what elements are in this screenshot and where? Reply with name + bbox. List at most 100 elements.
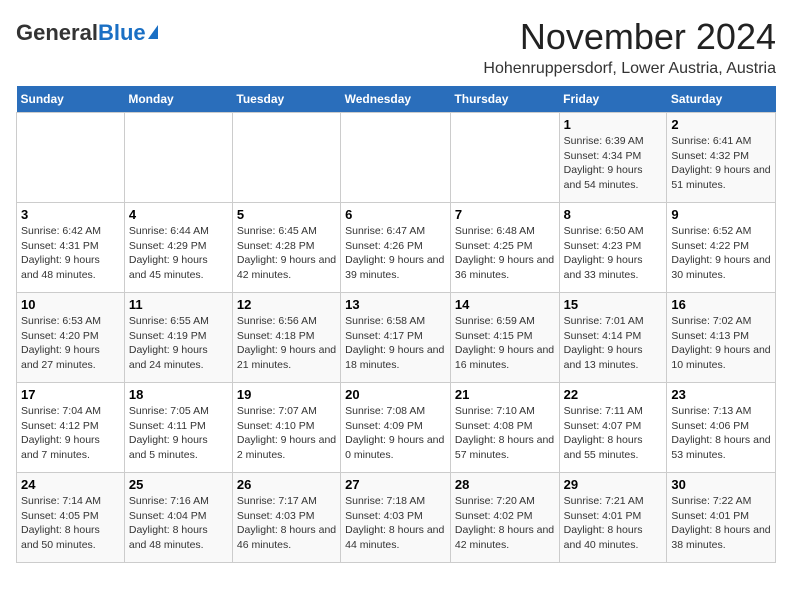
calendar-cell: 25Sunrise: 7:16 AM Sunset: 4:04 PM Dayli…: [124, 473, 232, 563]
header-wednesday: Wednesday: [341, 86, 451, 113]
calendar-cell: 16 Sunrise: 7:02 AM Sunset: 4:13 PM Dayli…: [667, 293, 776, 383]
day-number: 15: [564, 297, 663, 312]
day-number: 8: [564, 207, 663, 222]
logo-general-text: General: [16, 20, 98, 46]
day-number: 26: [237, 477, 336, 492]
day-info: Sunrise: 7:11 AM Sunset: 4:07 PM Dayligh…: [564, 404, 663, 463]
day-number: 7: [455, 207, 555, 222]
day-number: 20: [345, 387, 446, 402]
calendar-cell: 14 Sunrise: 6:59 AM Sunset: 4:15 PM Dayli…: [450, 293, 559, 383]
day-info: Sunrise: 7:14 AM Sunset: 4:05 PM Dayligh…: [21, 494, 120, 553]
day-info: Sunrise: 6:50 AM Sunset: 4:23 PM Dayligh…: [564, 224, 663, 283]
day-number: 27: [345, 477, 446, 492]
day-number: 3: [21, 207, 120, 222]
day-number: 6: [345, 207, 446, 222]
day-info: Sunrise: 6:41 AM Sunset: 4:32 PM Dayligh…: [671, 134, 771, 193]
header-monday: Monday: [124, 86, 232, 113]
page-header: General Blue November 2024 Hohenruppersd…: [16, 16, 776, 78]
day-info: Sunrise: 6:59 AM Sunset: 4:15 PM Dayligh…: [455, 314, 555, 373]
calendar-cell: [341, 113, 451, 203]
header-thursday: Thursday: [450, 86, 559, 113]
day-info: Sunrise: 7:13 AM Sunset: 4:06 PM Dayligh…: [671, 404, 771, 463]
calendar-cell: 12 Sunrise: 6:56 AM Sunset: 4:18 PM Dayli…: [232, 293, 340, 383]
day-info: Sunrise: 6:45 AM Sunset: 4:28 PM Dayligh…: [237, 224, 336, 283]
day-info: Sunrise: 6:58 AM Sunset: 4:17 PM Dayligh…: [345, 314, 446, 373]
day-number: 24: [21, 477, 120, 492]
day-info: Sunrise: 7:18 AM Sunset: 4:03 PM Dayligh…: [345, 494, 446, 553]
week-row-3: 10Sunrise: 6:53 AM Sunset: 4:20 PM Dayli…: [17, 293, 776, 383]
day-info: Sunrise: 7:07 AM Sunset: 4:10 PM Dayligh…: [237, 404, 336, 463]
day-info: Sunrise: 7:08 AM Sunset: 4:09 PM Dayligh…: [345, 404, 446, 463]
day-number: 19: [237, 387, 336, 402]
calendar-cell: [17, 113, 125, 203]
calendar-cell: 3 Sunrise: 6:42 AM Sunset: 4:31 PM Daylig…: [17, 203, 125, 293]
week-row-2: 3 Sunrise: 6:42 AM Sunset: 4:31 PM Daylig…: [17, 203, 776, 293]
logo-blue-text: Blue: [98, 20, 146, 46]
day-info: Sunrise: 6:56 AM Sunset: 4:18 PM Dayligh…: [237, 314, 336, 373]
calendar-cell: 30Sunrise: 7:22 AM Sunset: 4:01 PM Dayli…: [667, 473, 776, 563]
day-number: 9: [671, 207, 771, 222]
calendar-cell: 23Sunrise: 7:13 AM Sunset: 4:06 PM Dayli…: [667, 383, 776, 473]
day-info: Sunrise: 7:10 AM Sunset: 4:08 PM Dayligh…: [455, 404, 555, 463]
calendar-cell: 4 Sunrise: 6:44 AM Sunset: 4:29 PM Daylig…: [124, 203, 232, 293]
header-sunday: Sunday: [17, 86, 125, 113]
day-number: 29: [564, 477, 663, 492]
day-number: 14: [455, 297, 555, 312]
title-area: November 2024 Hohenruppersdorf, Lower Au…: [483, 16, 776, 78]
logo: General Blue: [16, 20, 158, 46]
calendar-cell: 21 Sunrise: 7:10 AM Sunset: 4:08 PM Dayli…: [450, 383, 559, 473]
day-info: Sunrise: 7:04 AM Sunset: 4:12 PM Dayligh…: [21, 404, 120, 463]
day-info: Sunrise: 6:55 AM Sunset: 4:19 PM Dayligh…: [129, 314, 228, 373]
week-row-1: 1 Sunrise: 6:39 AM Sunset: 4:34 PM Daylig…: [17, 113, 776, 203]
day-number: 10: [21, 297, 120, 312]
calendar-table: SundayMondayTuesdayWednesdayThursdayFrid…: [16, 86, 776, 563]
day-number: 30: [671, 477, 771, 492]
day-info: Sunrise: 7:21 AM Sunset: 4:01 PM Dayligh…: [564, 494, 663, 553]
day-info: Sunrise: 7:01 AM Sunset: 4:14 PM Dayligh…: [564, 314, 663, 373]
calendar-cell: 6 Sunrise: 6:47 AM Sunset: 4:26 PM Daylig…: [341, 203, 451, 293]
day-info: Sunrise: 6:47 AM Sunset: 4:26 PM Dayligh…: [345, 224, 446, 283]
day-number: 16: [671, 297, 771, 312]
day-info: Sunrise: 6:42 AM Sunset: 4:31 PM Dayligh…: [21, 224, 120, 283]
day-info: Sunrise: 6:48 AM Sunset: 4:25 PM Dayligh…: [455, 224, 555, 283]
day-info: Sunrise: 6:44 AM Sunset: 4:29 PM Dayligh…: [129, 224, 228, 283]
calendar-cell: 2Sunrise: 6:41 AM Sunset: 4:32 PM Daylig…: [667, 113, 776, 203]
calendar-cell: 27 Sunrise: 7:18 AM Sunset: 4:03 PM Dayli…: [341, 473, 451, 563]
day-number: 21: [455, 387, 555, 402]
calendar-cell: 29 Sunrise: 7:21 AM Sunset: 4:01 PM Dayli…: [559, 473, 667, 563]
day-number: 11: [129, 297, 228, 312]
day-info: Sunrise: 6:39 AM Sunset: 4:34 PM Dayligh…: [564, 134, 663, 193]
month-title: November 2024: [483, 16, 776, 58]
day-number: 18: [129, 387, 228, 402]
day-info: Sunrise: 7:02 AM Sunset: 4:13 PM Dayligh…: [671, 314, 771, 373]
calendar-cell: 5Sunrise: 6:45 AM Sunset: 4:28 PM Daylig…: [232, 203, 340, 293]
logo-icon: [148, 25, 158, 39]
week-row-4: 17Sunrise: 7:04 AM Sunset: 4:12 PM Dayli…: [17, 383, 776, 473]
calendar-cell: 15 Sunrise: 7:01 AM Sunset: 4:14 PM Dayli…: [559, 293, 667, 383]
location: Hohenruppersdorf, Lower Austria, Austria: [483, 60, 776, 78]
header-saturday: Saturday: [667, 86, 776, 113]
calendar-cell: [450, 113, 559, 203]
day-info: Sunrise: 7:20 AM Sunset: 4:02 PM Dayligh…: [455, 494, 555, 553]
calendar-cell: 1 Sunrise: 6:39 AM Sunset: 4:34 PM Daylig…: [559, 113, 667, 203]
day-info: Sunrise: 6:52 AM Sunset: 4:22 PM Dayligh…: [671, 224, 771, 283]
day-info: Sunrise: 7:17 AM Sunset: 4:03 PM Dayligh…: [237, 494, 336, 553]
calendar-cell: 8 Sunrise: 6:50 AM Sunset: 4:23 PM Daylig…: [559, 203, 667, 293]
calendar-cell: 11 Sunrise: 6:55 AM Sunset: 4:19 PM Dayli…: [124, 293, 232, 383]
header-friday: Friday: [559, 86, 667, 113]
calendar-cell: 28Sunrise: 7:20 AM Sunset: 4:02 PM Dayli…: [450, 473, 559, 563]
day-number: 12: [237, 297, 336, 312]
day-info: Sunrise: 7:05 AM Sunset: 4:11 PM Dayligh…: [129, 404, 228, 463]
calendar-cell: 20 Sunrise: 7:08 AM Sunset: 4:09 PM Dayli…: [341, 383, 451, 473]
day-number: 4: [129, 207, 228, 222]
calendar-header-row: SundayMondayTuesdayWednesdayThursdayFrid…: [17, 86, 776, 113]
week-row-5: 24 Sunrise: 7:14 AM Sunset: 4:05 PM Dayli…: [17, 473, 776, 563]
calendar-cell: 18 Sunrise: 7:05 AM Sunset: 4:11 PM Dayli…: [124, 383, 232, 473]
calendar-cell: 24 Sunrise: 7:14 AM Sunset: 4:05 PM Dayli…: [17, 473, 125, 563]
calendar-cell: 13Sunrise: 6:58 AM Sunset: 4:17 PM Dayli…: [341, 293, 451, 383]
calendar-cell: 7 Sunrise: 6:48 AM Sunset: 4:25 PM Daylig…: [450, 203, 559, 293]
header-tuesday: Tuesday: [232, 86, 340, 113]
day-number: 1: [564, 117, 663, 132]
day-info: Sunrise: 7:16 AM Sunset: 4:04 PM Dayligh…: [129, 494, 228, 553]
calendar-cell: 19 Sunrise: 7:07 AM Sunset: 4:10 PM Dayli…: [232, 383, 340, 473]
